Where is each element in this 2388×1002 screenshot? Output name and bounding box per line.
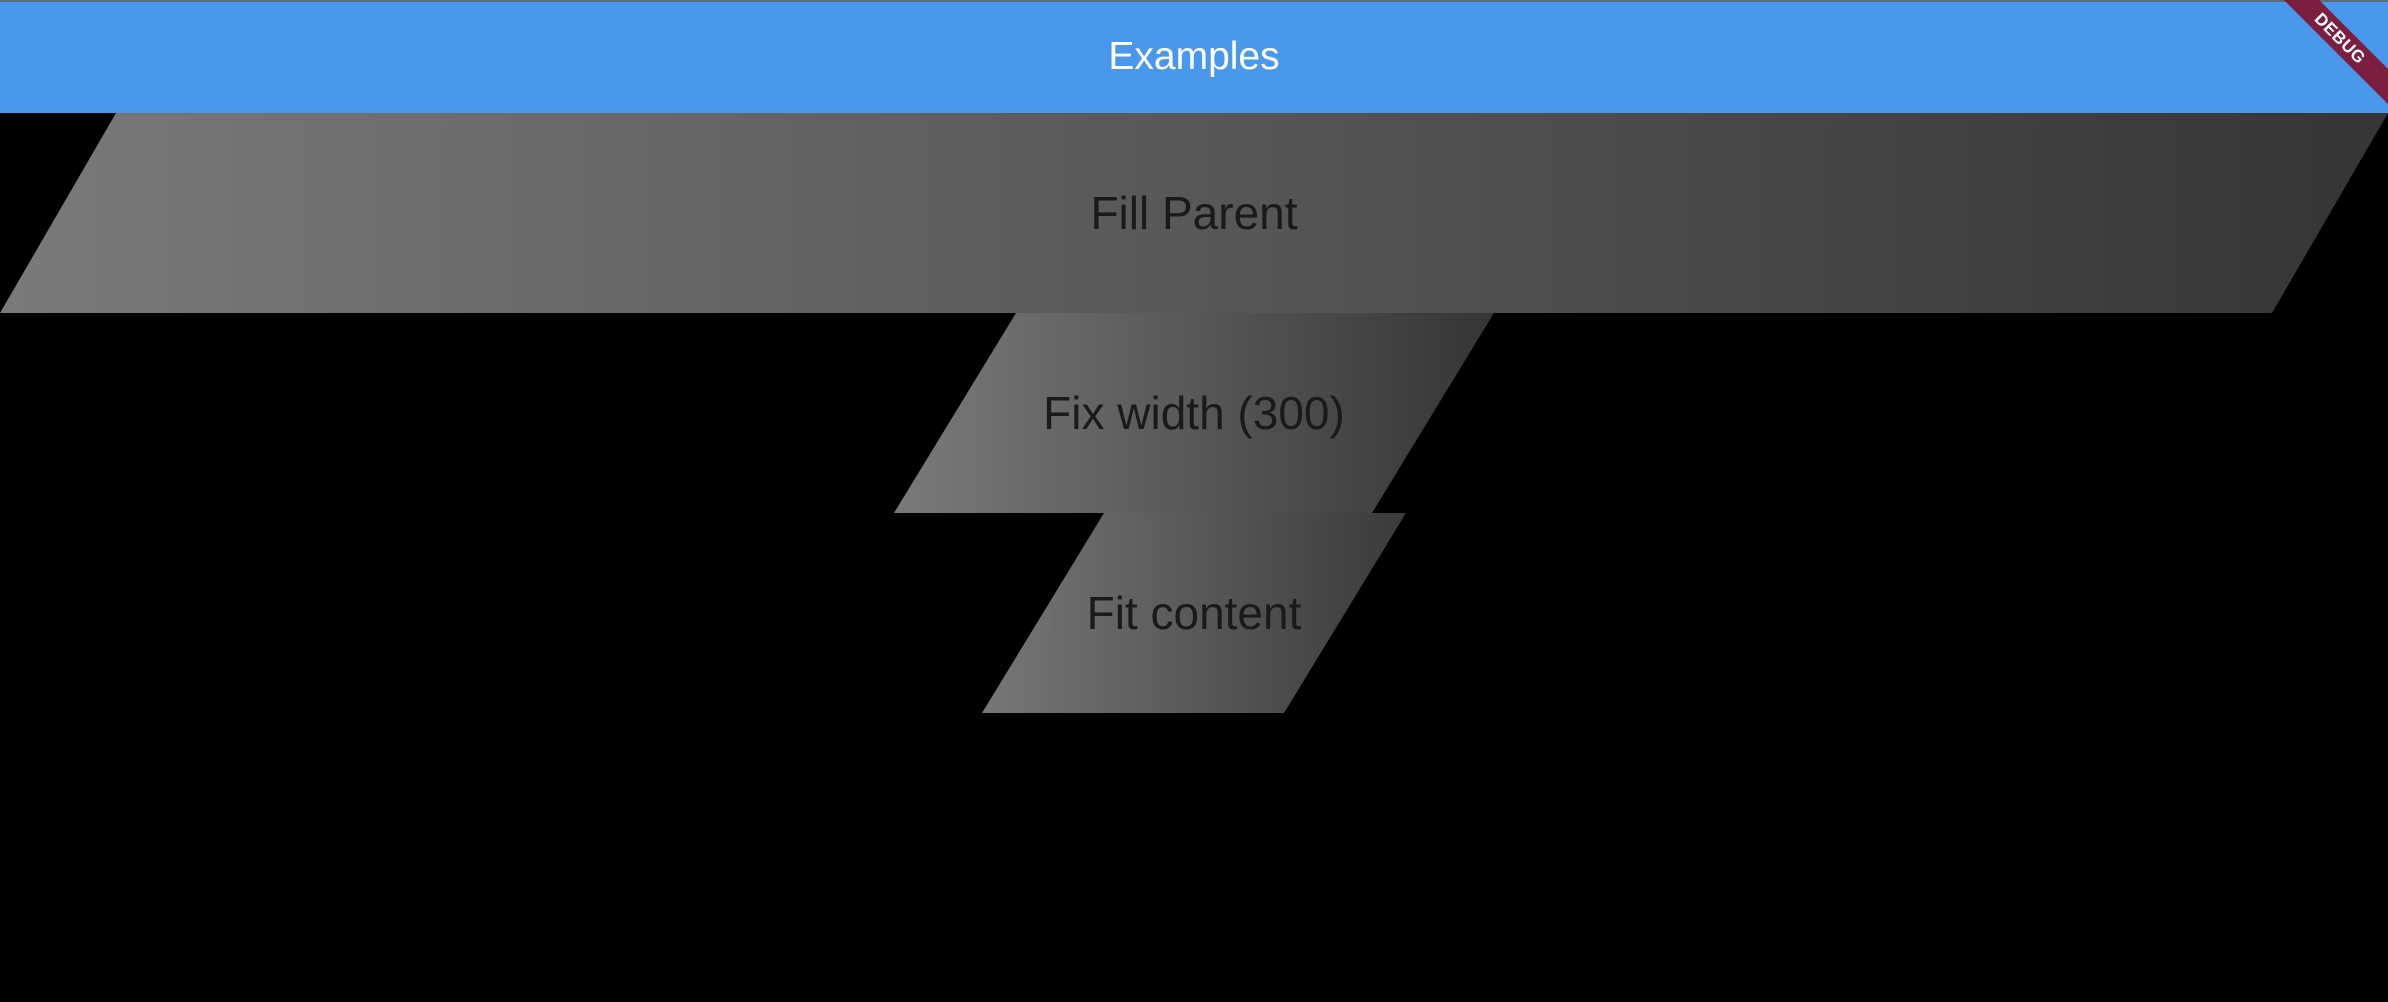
fill-parent-shape: Fill Parent (0, 113, 2388, 313)
fixed-width-shape: Fix width (300) (894, 313, 1494, 513)
app-window: Examples DEBUG Fill Parent Fix width (30… (0, 0, 2388, 1002)
fill-parent-label: Fill Parent (1090, 187, 1298, 239)
app-bar-title: Examples (1108, 34, 1280, 78)
fit-content-shape: Fit content (982, 513, 1406, 713)
fit-content-label: Fit content (1086, 587, 1302, 639)
debug-banner-band: DEBUG (2278, 0, 2388, 110)
app-bar: Examples (0, 0, 2388, 113)
debug-banner: DEBUG (2278, 0, 2388, 110)
debug-banner-label: DEBUG (2311, 8, 2370, 68)
fixed-width-label: Fix width (300) (1043, 387, 1345, 439)
